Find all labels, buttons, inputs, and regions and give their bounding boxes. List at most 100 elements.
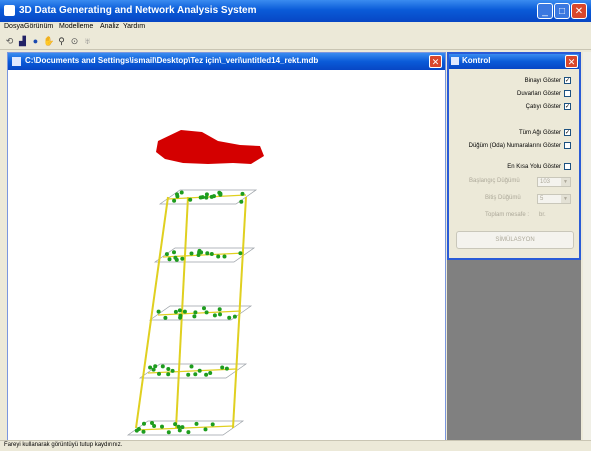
network-node <box>204 372 209 377</box>
network-node <box>151 367 156 372</box>
toplam-mesafe-unit: br. <box>539 212 546 218</box>
menu-modelleme[interactable]: Modelleme <box>59 23 93 30</box>
close-button[interactable]: ✕ <box>571 3 587 19</box>
maximize-button[interactable]: □ <box>554 3 570 19</box>
corridor-edge <box>147 368 237 374</box>
refresh-icon[interactable]: ⊙ <box>69 36 80 47</box>
menu-yardim[interactable]: Yardım <box>123 23 145 30</box>
checkbox-box[interactable] <box>564 142 571 149</box>
network-node <box>204 192 209 197</box>
network-node <box>172 250 176 255</box>
network-node <box>180 256 185 261</box>
panel-icon <box>451 57 459 65</box>
network-node <box>222 254 227 259</box>
status-text: Fareyi kullanarak görüntüyü tutup kaydır… <box>4 442 123 448</box>
network-node <box>186 372 191 377</box>
network-node <box>220 365 225 370</box>
3d-viewport[interactable] <box>8 70 445 441</box>
open-icon[interactable]: ⟲ <box>4 36 15 47</box>
network-node <box>197 248 202 253</box>
checkbox-box[interactable]: ✓ <box>564 77 571 84</box>
network-node <box>167 257 172 262</box>
network-node <box>186 430 191 435</box>
network-node <box>164 252 169 257</box>
zoom-icon[interactable]: ⚲ <box>56 36 67 47</box>
vertical-scrollbar[interactable] <box>583 52 591 440</box>
checkbox-binayi-goster[interactable]: Binayı Göster ✓ <box>525 77 571 84</box>
network-node <box>179 190 184 195</box>
window-title-bar: 3D Data Generating and Network Analysis … <box>0 0 591 22</box>
network-node <box>173 309 178 314</box>
network-node <box>198 195 203 200</box>
network-node <box>173 255 178 260</box>
network-node <box>136 427 141 431</box>
kontrol-close-button[interactable]: ✕ <box>565 55 578 68</box>
chevron-down-icon[interactable]: ▼ <box>561 195 570 203</box>
network-node <box>193 372 198 377</box>
network-node <box>194 421 199 426</box>
checkbox-label: Çatıyı Göster <box>525 103 561 110</box>
checkbox-tum-agi-goster[interactable]: Tüm Ağı Göster ✓ <box>519 129 571 136</box>
network-node <box>209 252 214 256</box>
minimize-button[interactable]: _ <box>537 3 553 19</box>
network-node <box>192 314 197 319</box>
settings-icon[interactable]: ♅ <box>82 36 93 47</box>
checkbox-box[interactable] <box>564 163 571 170</box>
network-node <box>203 427 208 432</box>
pan-icon[interactable]: ✋ <box>43 36 54 47</box>
network-node <box>240 191 245 196</box>
network-node <box>166 372 171 377</box>
network-node <box>232 314 237 319</box>
menu-gorunum[interactable]: Görünüm <box>24 23 53 30</box>
network-node <box>239 199 244 204</box>
network-node <box>210 422 215 427</box>
globe-icon[interactable]: ● <box>30 36 41 47</box>
network-node <box>238 251 243 256</box>
checkbox-box[interactable]: ✓ <box>564 103 571 110</box>
menu-analiz[interactable]: Analiz <box>100 23 119 30</box>
kontrol-title: Kontrol <box>462 56 491 65</box>
checkbox-catiyi-goster[interactable]: Çatıyı Göster ✓ <box>526 103 571 110</box>
network-node <box>205 251 210 256</box>
document-close-button[interactable]: ✕ <box>429 55 442 68</box>
network-node <box>160 364 165 369</box>
vertical-edge <box>232 196 247 429</box>
network-node <box>142 421 146 426</box>
network-node <box>157 371 161 376</box>
chart-icon[interactable]: ▟ <box>17 36 28 47</box>
checkbox-box[interactable] <box>564 90 571 97</box>
menu-bar: Dosya Görünüm Modelleme Analiz Yardım <box>0 22 591 34</box>
network-node <box>204 310 209 315</box>
checkbox-dugum-numaralari[interactable]: Düğüm (Oda) Numaralarını Göster <box>469 142 571 149</box>
menu-dosya[interactable]: Dosya <box>4 23 24 30</box>
baslangic-select[interactable]: 103 ▼ <box>537 177 571 187</box>
checkbox-label: Tüm Ağı Göster <box>518 129 561 136</box>
kontrol-panel: Kontrol ✕ Binayı Göster ✓ Duvarları Göste… <box>447 52 581 260</box>
window-title: 3D Data Generating and Network Analysis … <box>19 5 257 16</box>
network-node <box>212 313 217 318</box>
network-node <box>193 310 198 315</box>
network-node <box>172 198 177 203</box>
checkbox-duvarlari-goster[interactable]: Duvarları Göster <box>517 90 571 97</box>
chevron-down-icon[interactable]: ▼ <box>561 178 570 186</box>
checkbox-en-kisa-yol[interactable]: En Kısa Yolu Göster <box>507 163 571 170</box>
kontrol-title-bar: Kontrol ✕ <box>449 54 579 69</box>
document-window: C:\Documents and Settings\ismail\Desktop… <box>7 52 446 442</box>
bitis-value: 5 <box>540 196 544 202</box>
network-node <box>152 424 157 428</box>
network-node <box>178 315 183 320</box>
network-node <box>148 365 153 370</box>
network-node <box>218 312 222 317</box>
network-node <box>208 371 213 375</box>
simulasyon-button[interactable]: SİMÜLASYON <box>456 231 574 249</box>
bitis-select[interactable]: 5 ▼ <box>537 194 571 204</box>
network-node <box>166 367 171 371</box>
network-node <box>160 424 164 429</box>
network-node <box>175 194 180 199</box>
network-node <box>216 254 221 259</box>
checkbox-label: Düğüm (Oda) Numaralarını Göster <box>468 142 561 149</box>
network-node <box>218 192 223 197</box>
checkbox-box[interactable]: ✓ <box>564 129 571 136</box>
network-node <box>153 364 158 369</box>
corridor-edge <box>135 425 234 431</box>
